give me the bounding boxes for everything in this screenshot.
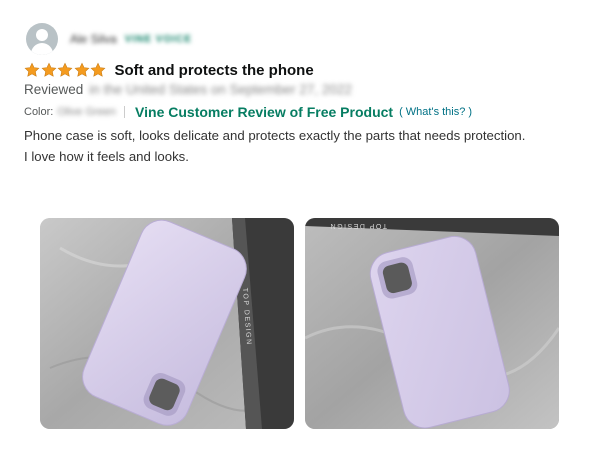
review-date: in the United States on September 27, 20…: [89, 82, 352, 97]
reviewer-name[interactable]: Ale Silva: [70, 32, 117, 46]
review-body-line: I love how it feels and looks.: [24, 149, 189, 164]
phone-case-photo: TOP DESIGN: [40, 218, 294, 429]
review-photo-1[interactable]: TOP DESIGN: [40, 218, 294, 429]
rating-row: Soft and protects the phone: [24, 60, 314, 80]
avatar-body: [31, 43, 53, 55]
review-meta-row: Color: Olive Green Vine Customer Review …: [24, 104, 472, 120]
reviewer-header: Ale Silva VINE VOICE: [26, 22, 192, 56]
meta-divider: [124, 106, 126, 118]
whats-this-link[interactable]: ( What's this? ): [399, 106, 472, 118]
review-photo-2[interactable]: TOP DESIGN: [305, 218, 559, 429]
avatar-head: [36, 29, 48, 41]
reviewed-label: Reviewed: [24, 82, 84, 97]
color-value[interactable]: Olive Green: [57, 106, 116, 118]
phone-case-photo: TOP DESIGN: [305, 218, 559, 429]
star-icon: [24, 62, 40, 77]
color-label: Color:: [24, 106, 54, 118]
avatar[interactable]: [26, 23, 58, 55]
review-date-line: Reviewed in the United States on Septembe…: [24, 82, 352, 97]
star-icon: [90, 62, 106, 77]
vine-voice-badge: VINE VOICE: [124, 33, 192, 45]
box-overlay-text: TOP DESIGN: [329, 222, 387, 229]
review-title[interactable]: Soft and protects the phone: [115, 62, 314, 79]
vine-review-label: Vine Customer Review of Free Product: [135, 104, 394, 120]
star-icon: [57, 62, 73, 77]
star-icon: [74, 62, 89, 77]
star-icon: [41, 62, 56, 77]
review-body: Phone case is soft, looks delicate and p…: [24, 125, 584, 167]
review-body-line: Phone case is soft, looks delicate and p…: [24, 128, 526, 143]
star-rating[interactable]: [24, 62, 107, 78]
